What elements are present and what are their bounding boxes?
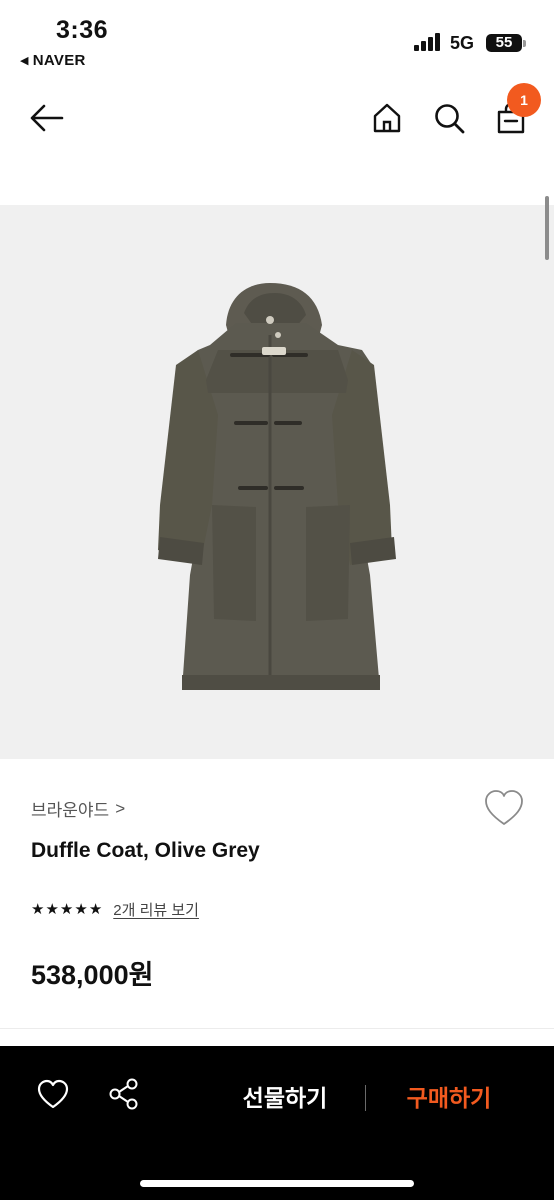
heart-icon (37, 1079, 69, 1109)
divider (0, 1028, 554, 1029)
network-type: 5G (450, 33, 475, 53)
back-button[interactable] (22, 88, 72, 148)
status-time: 3:36 (56, 16, 109, 44)
back-to-app-link[interactable]: ◀ NAVER (20, 52, 86, 69)
brand-link[interactable]: 브라운야드 > (31, 796, 125, 821)
heart-icon (485, 790, 523, 825)
cart-count-badge: 1 (507, 83, 541, 117)
star-icon: ★ (59, 901, 74, 918)
chevron-right-icon: > (115, 798, 126, 818)
battery-tip (523, 40, 526, 47)
product-name: Duffle Coat, Olive Grey (31, 839, 260, 862)
home-indicator[interactable] (140, 1180, 414, 1187)
bottom-action-bar (0, 1046, 554, 1200)
rating-stars: ★ ★ ★ ★ ★ (31, 902, 102, 917)
star-icon: ★ (88, 901, 103, 918)
scroll-indicator[interactable] (545, 196, 549, 260)
status-bar: 3:36 ◀ NAVER 5G 55 (0, 0, 554, 78)
top-nav-bar (0, 88, 554, 150)
share-icon (109, 1078, 138, 1110)
home-icon (373, 103, 401, 133)
olive-duffle-coat-image (158, 283, 396, 690)
review-link[interactable]: 2개 리뷰 보기 (113, 899, 199, 920)
back-triangle-icon: ◀ (20, 55, 29, 67)
product-image[interactable] (0, 205, 554, 759)
product-price: 538,000원 (31, 960, 154, 990)
star-icon: ★ (74, 901, 88, 918)
battery-icon: 55 (486, 34, 522, 52)
search-button[interactable] (424, 88, 474, 148)
wishlist-bottom-button[interactable] (31, 1072, 75, 1116)
signal-icon (414, 33, 442, 51)
rating-row: ★ ★ ★ ★ ★ 2개 리뷰 보기 (31, 899, 199, 920)
search-icon (435, 104, 465, 134)
gift-button[interactable]: 선물하기 (222, 1078, 348, 1118)
wishlist-button[interactable] (483, 788, 525, 828)
star-icon: ★ (45, 901, 59, 918)
share-button[interactable] (102, 1072, 146, 1116)
back-arrow-icon (30, 104, 64, 132)
home-button[interactable] (362, 88, 412, 148)
buy-button[interactable]: 구매하기 (386, 1078, 512, 1118)
brand-name: 브라운야드 (31, 801, 110, 820)
button-separator (365, 1085, 366, 1111)
back-app-label: NAVER (32, 52, 86, 69)
star-icon: ★ (31, 901, 45, 918)
